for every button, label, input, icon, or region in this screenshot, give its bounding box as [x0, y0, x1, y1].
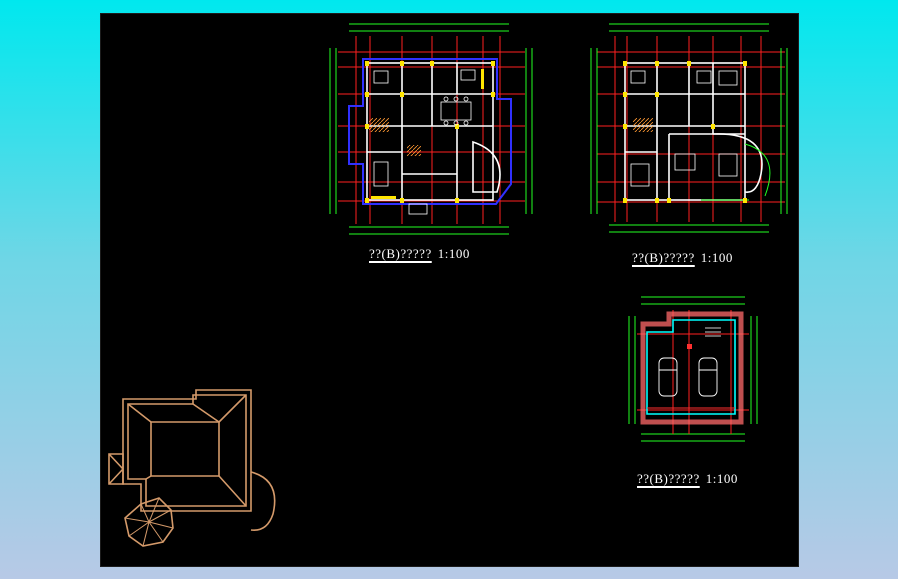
axis-grid-3 — [637, 310, 749, 434]
title-garage-name: ??(B)????? — [637, 471, 700, 486]
title-first-floor-name: ??(B)????? — [369, 246, 432, 261]
title-second-floor-name: ??(B)????? — [632, 250, 695, 265]
stair-hatch-3 — [633, 118, 653, 132]
first-floor-plan — [329, 23, 533, 235]
drawing-sheet: ??(B)????? 1:100 ??(B)????? 1:100 ??(B)???… — [100, 13, 799, 567]
garage-column — [687, 344, 692, 349]
furniture — [373, 69, 476, 215]
title-second-floor-scale: 1:100 — [700, 250, 733, 265]
title-first-floor-scale: 1:100 — [437, 246, 470, 261]
title-first-floor: ??(B)????? 1:100 — [369, 246, 470, 262]
cars — [658, 357, 718, 397]
stair-hatch-2 — [407, 145, 421, 156]
garage-stair — [705, 327, 721, 337]
title-garage-scale: 1:100 — [705, 471, 738, 486]
title-garage: ??(B)????? 1:100 — [637, 471, 738, 487]
dimension-lines-3 — [628, 296, 758, 442]
dimension-lines — [329, 23, 533, 235]
roof-plan — [108, 389, 276, 547]
garage-wall-fill — [640, 311, 744, 425]
second-floor-plan — [590, 23, 788, 233]
garage-plan — [628, 296, 758, 442]
title-second-floor: ??(B)????? 1:100 — [632, 250, 733, 266]
stair-hatch — [369, 118, 389, 132]
